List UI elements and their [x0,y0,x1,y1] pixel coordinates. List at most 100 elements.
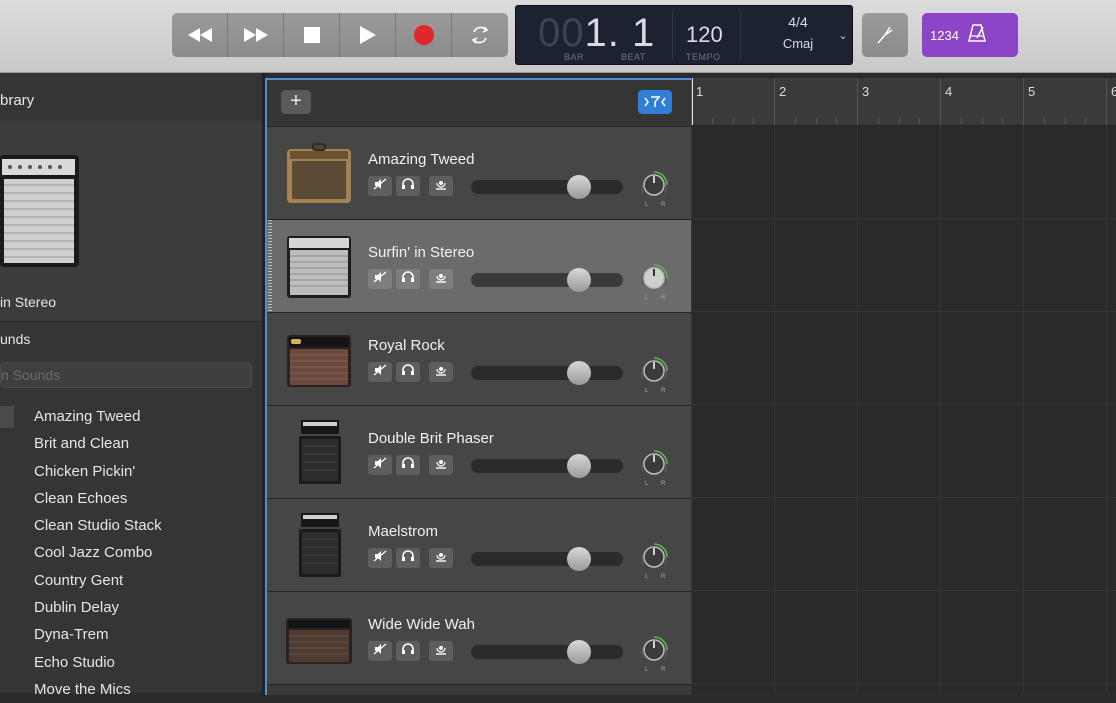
beat-tick [1085,118,1087,124]
list-item[interactable]: Clean Echoes [0,485,262,512]
amp-thumbnail[interactable] [285,511,353,579]
key-signature[interactable]: Cmaj [772,36,824,51]
smart-controls-filter-button[interactable] [638,90,672,114]
track-name[interactable]: Surfin' in Stereo [368,244,474,261]
track-drag-handle[interactable] [268,406,272,499]
solo-button[interactable] [396,641,420,661]
list-item[interactable]: Brit and Clean [0,430,262,457]
volume-slider-thumb[interactable] [567,547,591,571]
pan-knob[interactable]: LR [637,260,671,301]
track-drag-handle[interactable] [268,499,272,592]
track-drag-handle[interactable] [268,220,272,313]
input-monitoring-button[interactable] [429,641,453,661]
volume-slider-thumb[interactable] [567,361,591,385]
headphones-icon [401,177,415,195]
list-item[interactable]: Dyna-Trem [0,621,262,648]
fast-forward-button[interactable] [228,13,284,57]
list-item[interactable]: Move the Mics [0,676,262,703]
play-button[interactable] [340,13,396,57]
lcd-display[interactable]: 001. 1 BAR BEAT 120 TEMPO 4/4 Cmaj ⌄ [515,5,853,65]
input-monitoring-button[interactable] [429,362,453,382]
volume-slider-thumb[interactable] [567,454,591,478]
track-name[interactable]: Double Brit Phaser [368,430,494,447]
track-header[interactable]: Wide Wide Wah L R [267,592,692,685]
track-header[interactable]: Double Brit Phaser L R [267,406,692,499]
pan-knob[interactable]: LR [637,539,671,580]
track-buttons [368,269,453,289]
track-header[interactable]: Royal Rock L R [267,313,692,406]
list-item[interactable]: Clean Studio Stack [0,512,262,539]
track-drag-handle[interactable] [268,592,272,685]
volume-slider[interactable] [471,645,623,659]
rewind-button[interactable] [172,13,228,57]
list-item[interactable]: Cool Jazz Combo [0,539,262,566]
amp-thumbnail[interactable] [285,325,353,393]
filter-icon [644,96,666,107]
solo-button[interactable] [396,548,420,568]
input-monitoring-button[interactable] [429,176,453,196]
input-monitoring-button[interactable] [429,269,453,289]
stop-button[interactable] [284,13,340,57]
mute-button[interactable] [368,548,392,568]
list-item[interactable]: Dublin Delay [0,594,262,621]
mute-button[interactable] [368,641,392,661]
pan-knob[interactable]: LR [637,167,671,208]
cycle-button[interactable] [452,13,508,57]
track-name[interactable]: Royal Rock [368,337,445,354]
volume-slider-thumb[interactable] [567,268,591,292]
volume-slider[interactable] [471,366,623,380]
count-in-button[interactable]: 1234 [930,28,959,43]
solo-button[interactable] [396,455,420,475]
track-header[interactable]: Surfin' in Stereo L R [267,220,692,313]
pan-knob[interactable]: LR [637,446,671,487]
tempo-value[interactable]: 120 [686,22,723,48]
track-name[interactable]: Maelstrom [368,523,438,540]
time-signature[interactable]: 4/4 [778,14,818,30]
track-header[interactable]: Maelstrom L R [267,499,692,592]
ruler[interactable]: 1 2 3 4 5 6 [691,78,1116,126]
volume-slider[interactable] [471,273,623,287]
beat-tick [981,118,983,124]
volume-slider-thumb[interactable] [567,640,591,664]
amp-thumbnail[interactable] [285,604,353,672]
input-monitoring-button[interactable] [429,455,453,475]
track-drag-handle[interactable] [268,313,272,406]
mute-button[interactable] [368,455,392,475]
metronome-icon[interactable] [967,23,987,48]
tempo-label: TEMPO [686,52,721,62]
pan-knob[interactable]: LR [637,632,671,673]
list-item[interactable]: Echo Studio [0,649,262,676]
volume-slider-thumb[interactable] [567,175,591,199]
list-item[interactable]: Country Gent [0,567,262,594]
track-name[interactable]: Wide Wide Wah [368,616,475,633]
tracks-area[interactable]: 1 2 3 4 5 6 [691,78,1116,693]
search-input[interactable] [1,363,251,387]
volume-slider[interactable] [471,552,623,566]
solo-button[interactable] [396,362,420,382]
amp-thumbnail[interactable] [285,139,353,207]
mute-button[interactable] [368,362,392,382]
amp-thumbnail[interactable] [285,232,353,300]
track-name[interactable]: Amazing Tweed [368,151,474,168]
list-item[interactable]: Amazing Tweed [0,403,262,430]
mute-button[interactable] [368,176,392,196]
track-buttons [368,455,453,475]
volume-slider[interactable] [471,180,623,194]
amp-thumbnail[interactable] [285,418,353,486]
chevron-down-icon[interactable]: ⌄ [835,28,851,44]
list-item[interactable]: Chicken Pickin' [0,458,262,485]
volume-slider[interactable] [471,459,623,473]
beat-tick [732,118,734,124]
track-drag-handle[interactable] [268,127,272,220]
input-monitoring-button[interactable] [429,548,453,568]
solo-button[interactable] [396,269,420,289]
tuner-button[interactable] [862,13,908,57]
track-header[interactable]: Amazing Tweed L R [267,127,692,220]
add-track-button[interactable]: + [281,90,311,114]
mute-button[interactable] [368,269,392,289]
solo-button[interactable] [396,176,420,196]
sounds-search-field[interactable] [0,362,252,388]
grid-line [1106,125,1107,693]
record-button[interactable] [396,13,452,57]
pan-knob[interactable]: LR [637,353,671,394]
